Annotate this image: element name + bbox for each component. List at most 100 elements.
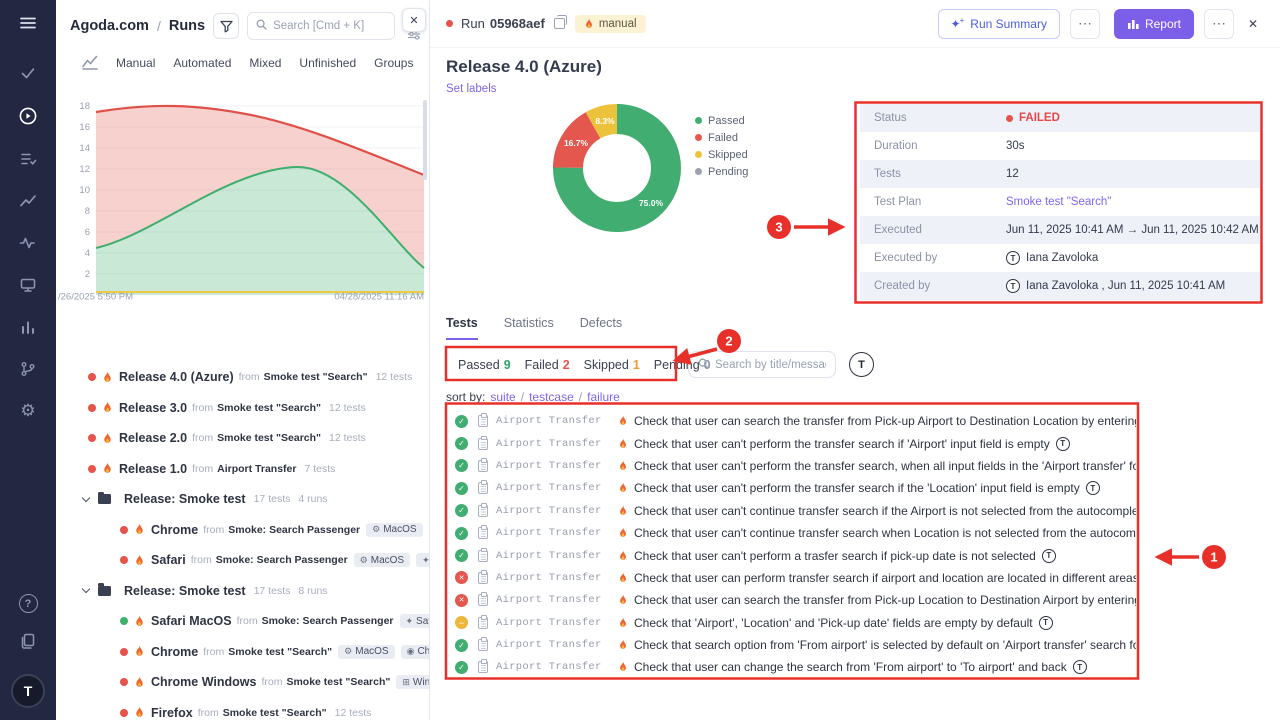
safari-icon — [422, 556, 429, 565]
menu-icon[interactable] — [19, 14, 37, 37]
manual-flame-icon — [618, 482, 628, 494]
reports-icon[interactable] — [19, 318, 37, 341]
test-title: Check that user can't continue transfer … — [634, 504, 1136, 518]
run-list-item[interactable]: Chrome from Smoke: Search Passenger MacO… — [56, 515, 429, 546]
sort-by-failure-link[interactable]: failure — [587, 390, 620, 404]
manual-flame-icon — [618, 438, 628, 450]
run-plan: Smoke: Search Passenger — [262, 615, 394, 627]
assignee-avatar: T — [1039, 616, 1053, 630]
chevron-down-icon[interactable] — [82, 585, 90, 593]
tasks-icon[interactable] — [19, 150, 37, 173]
testcase-icon — [478, 661, 488, 673]
breadcrumb-section: Runs — [169, 18, 205, 34]
run-list-item[interactable]: Safari MacOS from Smoke: Search Passenge… — [56, 606, 429, 637]
pulse-icon[interactable] — [19, 234, 37, 257]
test-title: Check that user can't perform the transf… — [634, 459, 1136, 473]
terminal-icon[interactable] — [19, 276, 37, 299]
test-row[interactable]: Airport Transfer Check that user can't p… — [446, 455, 1136, 477]
testcase-icon — [478, 639, 488, 651]
tests-search-input[interactable] — [715, 359, 826, 371]
branch-icon[interactable] — [19, 360, 37, 383]
panel-scrollbar[interactable] — [423, 100, 427, 180]
runs-search[interactable] — [247, 12, 395, 40]
run-overview: 75.0% 16.7% 8.3% Passed Failed Skipped P… — [446, 100, 1260, 300]
manual-flame-icon — [134, 676, 145, 689]
run-list-item[interactable]: Safari from Smoke: Search Passenger MacO… — [56, 545, 429, 576]
tab-mixed[interactable]: Mixed — [249, 56, 281, 70]
run-list-item[interactable]: Release 3.0 from Smoke test "Search" 12 … — [56, 393, 429, 424]
settings-icon[interactable]: ⚙ — [20, 402, 35, 419]
manual-flame-icon — [134, 645, 145, 658]
copy-icon[interactable] — [554, 18, 565, 29]
test-row[interactable]: Airport Transfer Check that user can't p… — [446, 432, 1136, 454]
run-list-item[interactable]: Release 4.0 (Azure) from Smoke test "Sea… — [56, 362, 429, 393]
passed-icon — [455, 639, 468, 652]
close-panel-button[interactable]: ✕ — [402, 8, 426, 32]
run-summary-button[interactable]: Run Summary — [938, 9, 1060, 39]
run-list-item[interactable]: Chrome from Smoke test "Search" MacOS Ch… — [56, 637, 429, 668]
manual-flame-icon — [618, 527, 628, 539]
sort-by-testcase-link[interactable]: testcase — [529, 390, 574, 404]
manual-flame-icon — [618, 594, 628, 606]
runs-search-input[interactable] — [273, 20, 386, 32]
tab-unfinished[interactable]: Unfinished — [299, 56, 356, 70]
chrome-icon — [407, 647, 415, 656]
test-row[interactable]: Airport Transfer Check that 'Airport', '… — [446, 612, 1136, 634]
suite-label: Airport Transfer — [496, 505, 612, 517]
runs-trend-chart: 18 16 14 12 10 8 6 4 2 /26/2025 5:50 PM … — [56, 96, 429, 307]
run-group-row[interactable]: Release: Smoke test 17 tests 8 runs — [56, 576, 429, 607]
test-row[interactable]: Airport Transfer Check that user can sea… — [446, 589, 1136, 611]
tab-automated[interactable]: Automated — [173, 56, 231, 70]
chevron-down-icon[interactable] — [82, 494, 90, 502]
run-detail-topbar: Run 05968aef manual Run Summary ⋯ Report… — [430, 0, 1280, 48]
test-row[interactable]: Airport Transfer Check that user can sea… — [446, 410, 1136, 432]
filter-button[interactable] — [213, 13, 239, 39]
docs-icon[interactable] — [19, 632, 37, 655]
run-list-item[interactable]: Chrome Windows from Smoke test "Search" … — [56, 667, 429, 698]
manual-flame-icon — [134, 706, 145, 719]
sort-row: sort by: suite / testcase / failure — [446, 390, 1260, 404]
help-icon[interactable]: ? — [19, 594, 38, 613]
test-row[interactable]: Airport Transfer Check that user can't c… — [446, 522, 1136, 544]
svg-text:14: 14 — [79, 143, 90, 154]
test-row[interactable]: Airport Transfer Check that user can't p… — [446, 477, 1136, 499]
run-list-item[interactable]: Release 1.0 from Airport Transfer 7 test… — [56, 454, 429, 485]
tab-statistics[interactable]: Statistics — [504, 316, 554, 340]
sort-by-suite-link[interactable]: suite — [490, 390, 515, 404]
test-row[interactable]: Airport Transfer Check that user can't c… — [446, 500, 1136, 522]
tab-manual[interactable]: Manual — [116, 56, 155, 70]
more-options-button[interactable]: ⋯ — [1204, 9, 1234, 39]
info-row-duration: Duration 30s — [860, 132, 1260, 160]
test-row[interactable]: Airport Transfer Check that user can't p… — [446, 544, 1136, 566]
test-plan-link[interactable]: Smoke test "Search" — [1006, 196, 1111, 208]
run-name: Release 1.0 — [119, 462, 187, 476]
analytics-icon[interactable] — [19, 192, 37, 215]
run-list-item[interactable]: Firefox from Smoke test "Search" 12 test… — [56, 698, 429, 720]
group-runs-meta: 4 runs — [298, 493, 327, 505]
run-list-item[interactable]: Release 2.0 from Smoke test "Search" 12 … — [56, 423, 429, 454]
set-labels-link[interactable]: Set labels — [446, 83, 497, 95]
results-donut-chart: 75.0% 16.7% 8.3% — [549, 100, 685, 241]
assignee-filter-button[interactable]: T — [849, 352, 874, 377]
run-group-row[interactable]: Release: Smoke test 17 tests 4 runs — [56, 484, 429, 515]
manual-flame-icon — [618, 550, 628, 562]
env-badge: MacOS — [366, 523, 422, 537]
runs-icon[interactable] — [18, 106, 38, 131]
tab-tests[interactable]: Tests — [446, 316, 478, 340]
tab-groups[interactable]: Groups — [374, 56, 413, 70]
close-run-button[interactable]: ✕ — [1240, 17, 1266, 31]
report-button[interactable]: Report — [1114, 9, 1194, 39]
tests-icon[interactable] — [19, 64, 37, 87]
chart-toggle-icon[interactable] — [82, 54, 98, 73]
runs-panel: Agoda.com / Runs ✕ Manual Automated Mixe… — [56, 0, 430, 720]
group-name: Release: Smoke test — [124, 584, 246, 598]
tab-defects[interactable]: Defects — [580, 316, 622, 340]
tests-search[interactable] — [688, 351, 836, 378]
user-avatar[interactable]: T — [11, 674, 45, 708]
run-status-dot — [120, 556, 128, 564]
test-row[interactable]: Airport Transfer Check that user can cha… — [446, 656, 1136, 678]
more-actions-button[interactable]: ⋯ — [1070, 9, 1100, 39]
test-row[interactable]: Airport Transfer Check that search optio… — [446, 634, 1136, 656]
test-row[interactable]: Airport Transfer Check that user can per… — [446, 567, 1136, 589]
svg-text:18: 18 — [79, 101, 90, 112]
